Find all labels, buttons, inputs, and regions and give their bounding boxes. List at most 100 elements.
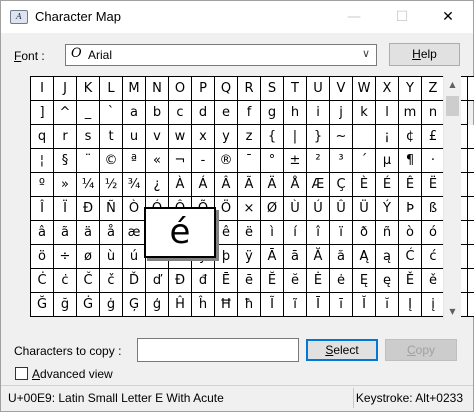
- char-cell[interactable]: Ñ: [100, 197, 123, 221]
- char-cell[interactable]: Û: [330, 197, 353, 221]
- char-cell[interactable]: I: [31, 77, 54, 101]
- char-cell[interactable]: ½: [100, 173, 123, 197]
- char-cell[interactable]: {: [261, 125, 284, 149]
- char-cell[interactable]: V: [330, 77, 353, 101]
- char-cell[interactable]: ÿ: [238, 245, 261, 269]
- char-cell[interactable]: ħ: [238, 293, 261, 317]
- char-cell[interactable]: P: [192, 77, 215, 101]
- char-cell[interactable]: §: [54, 149, 77, 173]
- char-cell[interactable]: ī: [330, 293, 353, 317]
- char-cell[interactable]: ğ: [54, 293, 77, 317]
- char-cell[interactable]: Ö: [215, 197, 238, 221]
- char-cell[interactable]: ¨: [77, 149, 100, 173]
- char-cell[interactable]: ø: [77, 245, 100, 269]
- char-cell[interactable]: ã: [54, 221, 77, 245]
- char-cell[interactable]: ¾: [123, 173, 146, 197]
- char-cell[interactable]: Ċ: [31, 269, 54, 293]
- char-cell[interactable]: t: [100, 125, 123, 149]
- characters-to-copy-input[interactable]: [137, 338, 299, 362]
- char-cell[interactable]: Ù: [284, 197, 307, 221]
- close-button[interactable]: ✕: [425, 1, 471, 33]
- char-cell[interactable]: -: [192, 149, 215, 173]
- char-cell[interactable]: º: [31, 173, 54, 197]
- char-cell[interactable]: Ē: [215, 269, 238, 293]
- char-cell[interactable]: \: [468, 77, 474, 101]
- char-cell[interactable]: ¼: [77, 173, 100, 197]
- char-cell[interactable]: ^: [54, 101, 77, 125]
- char-cell[interactable]: ï: [330, 221, 353, 245]
- char-cell[interactable]: Ī: [307, 293, 330, 317]
- char-cell[interactable]: d: [192, 101, 215, 125]
- char-cell[interactable]: ð: [353, 221, 376, 245]
- char-cell[interactable]: Å: [284, 173, 307, 197]
- char-cell[interactable]: J: [54, 77, 77, 101]
- char-cell[interactable]: |: [284, 125, 307, 149]
- char-cell[interactable]: ¥: [468, 125, 474, 149]
- char-cell[interactable]: ·: [422, 149, 445, 173]
- char-cell[interactable]: È: [353, 173, 376, 197]
- char-cell[interactable]: Ø: [261, 197, 284, 221]
- char-cell[interactable]: T: [284, 77, 307, 101]
- char-cell[interactable]: Ü: [353, 197, 376, 221]
- scroll-up-icon[interactable]: ▲: [444, 76, 461, 93]
- char-cell[interactable]: Ą: [353, 245, 376, 269]
- char-cell[interactable]: µ: [376, 149, 399, 173]
- char-cell[interactable]: ĥ: [192, 293, 215, 317]
- char-cell[interactable]: á: [468, 197, 474, 221]
- char-cell[interactable]: Ć: [399, 245, 422, 269]
- char-cell[interactable]: Ď: [123, 269, 146, 293]
- char-cell[interactable]: ĉ: [468, 245, 474, 269]
- char-cell[interactable]: Æ: [307, 173, 330, 197]
- char-cell[interactable]: Ò: [123, 197, 146, 221]
- char-cell[interactable]: ì: [261, 221, 284, 245]
- char-cell[interactable]: É: [376, 173, 399, 197]
- char-cell[interactable]: R: [238, 77, 261, 101]
- char-cell[interactable]: y: [215, 125, 238, 149]
- char-cell[interactable]: ġ: [100, 293, 123, 317]
- char-cell[interactable]: s: [77, 125, 100, 149]
- char-cell[interactable]: ĩ: [284, 293, 307, 317]
- char-cell[interactable]: ú: [123, 245, 146, 269]
- char-cell[interactable]: ª: [123, 149, 146, 173]
- char-cell[interactable]: Ę: [353, 269, 376, 293]
- advanced-view-label[interactable]: Advanced view: [32, 367, 113, 381]
- char-cell[interactable]: ¢: [399, 125, 422, 149]
- character-grid[interactable]: IJKLMNOPQRSTUVWXYZ[\]^_`abcdefghijklmnoq…: [30, 76, 474, 317]
- char-cell[interactable]: e: [215, 101, 238, 125]
- char-cell[interactable]: ×: [238, 197, 261, 221]
- char-cell[interactable]: Đ: [169, 269, 192, 293]
- char-cell[interactable]: [353, 125, 376, 149]
- char-cell[interactable]: Q: [215, 77, 238, 101]
- char-cell[interactable]: Ĭ: [353, 293, 376, 317]
- char-cell[interactable]: Â: [215, 173, 238, 197]
- char-cell[interactable]: ä: [77, 221, 100, 245]
- char-cell[interactable]: ÷: [54, 245, 77, 269]
- char-cell[interactable]: č: [100, 269, 123, 293]
- char-cell[interactable]: M: [123, 77, 146, 101]
- char-cell[interactable]: Ê: [399, 173, 422, 197]
- char-cell[interactable]: Ā: [261, 245, 284, 269]
- char-cell[interactable]: Ģ: [123, 293, 146, 317]
- advanced-view-checkbox[interactable]: [15, 367, 28, 380]
- char-cell[interactable]: n: [422, 101, 445, 125]
- char-cell[interactable]: ¡: [376, 125, 399, 149]
- char-cell[interactable]: ¯: [238, 149, 261, 173]
- char-cell[interactable]: }: [307, 125, 330, 149]
- scroll-thumb[interactable]: [446, 96, 459, 116]
- char-cell[interactable]: Ä: [261, 173, 284, 197]
- char-cell[interactable]: k: [353, 101, 376, 125]
- char-cell[interactable]: ©: [100, 149, 123, 173]
- char-cell[interactable]: Ï: [54, 197, 77, 221]
- char-cell[interactable]: Ë: [422, 173, 445, 197]
- char-cell[interactable]: ¦: [31, 149, 54, 173]
- char-cell[interactable]: Ġ: [77, 293, 100, 317]
- char-cell[interactable]: `: [100, 101, 123, 125]
- minimize-button[interactable]: —: [331, 1, 377, 33]
- help-button[interactable]: Help: [389, 43, 460, 66]
- char-cell[interactable]: ċ: [54, 269, 77, 293]
- scroll-down-icon[interactable]: ▼: [444, 303, 461, 320]
- char-cell[interactable]: «: [146, 149, 169, 173]
- char-cell[interactable]: ê: [215, 221, 238, 245]
- char-cell[interactable]: Y: [399, 77, 422, 101]
- title-bar[interactable]: A Character Map — ☐ ✕: [1, 1, 473, 33]
